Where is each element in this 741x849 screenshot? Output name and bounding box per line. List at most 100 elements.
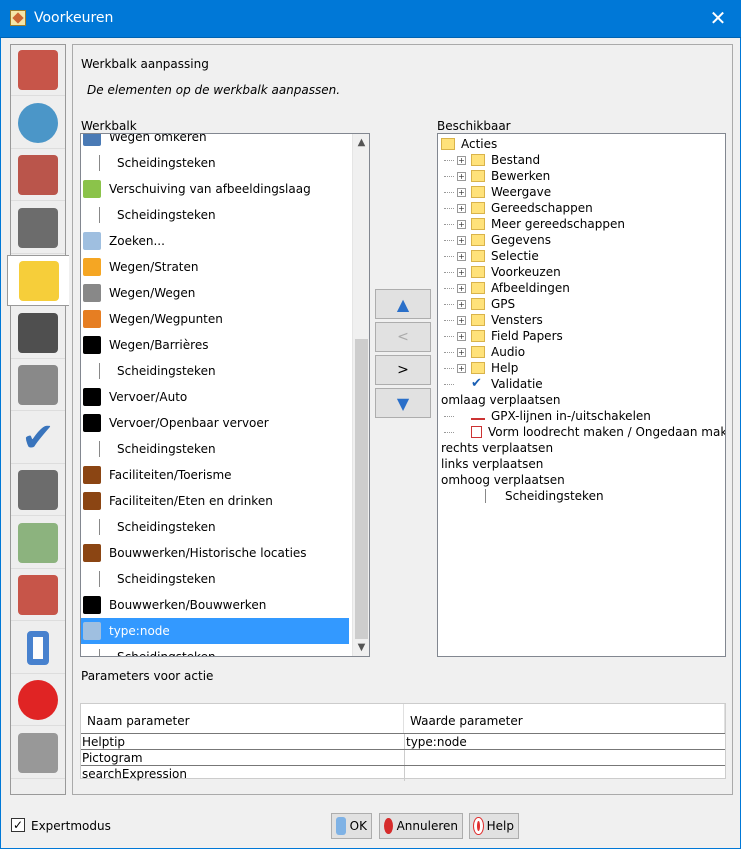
toolbar-item[interactable]: type:node — [81, 618, 349, 644]
col-header-value[interactable]: Waarde parameter — [404, 704, 725, 733]
tree-folder-item[interactable]: + Selectie — [457, 248, 539, 264]
tree-folder-item[interactable]: + Audio — [457, 344, 525, 360]
tree-folder-item[interactable]: + Bewerken — [457, 168, 550, 184]
toolbar-item[interactable]: Vervoer/Openbaar vervoer — [81, 410, 349, 436]
toolbar-item[interactable]: Bouwwerken/Historische locaties — [81, 540, 349, 566]
expand-icon[interactable]: + — [457, 347, 466, 357]
toolbar-separator-item[interactable]: Scheidingsteken — [81, 150, 349, 176]
toolbar-item[interactable]: Zoeken... — [81, 228, 349, 254]
toolbar-item[interactable]: Wegen/Wegpunten — [81, 306, 349, 332]
toolbar-separator-item[interactable]: Scheidingsteken — [81, 436, 349, 462]
toolbar-separator-item[interactable]: Scheidingsteken — [81, 358, 349, 384]
expand-icon[interactable]: + — [457, 267, 466, 277]
toolbar-item-label: Scheidingsteken — [117, 520, 216, 534]
toolbar-item[interactable]: Faciliteiten/Toerisme — [81, 462, 349, 488]
ok-button[interactable]: OK — [331, 813, 372, 839]
audio-tab[interactable] — [11, 308, 65, 359]
scroll-thumb[interactable] — [355, 339, 368, 639]
tree-folder-item[interactable]: + Voorkeuzen — [457, 264, 561, 280]
col-header-name[interactable]: Naam parameter — [81, 704, 404, 733]
toolbar-separator-item[interactable]: Scheidingsteken — [81, 644, 349, 656]
expand-icon[interactable]: + — [457, 187, 466, 197]
tree-folder-item[interactable]: + GPS — [457, 296, 515, 312]
tree-connector — [444, 256, 454, 257]
toolbar-separator-item[interactable]: Scheidingsteken — [81, 566, 349, 592]
imagery-icon — [18, 522, 58, 563]
move-left-button[interactable]: < — [375, 322, 431, 352]
toolbar-item[interactable]: Wegen/Barrières — [81, 332, 349, 358]
toolbar-tab[interactable] — [7, 255, 69, 306]
tree-action-item[interactable]: ✔ Validatie — [457, 376, 543, 392]
expand-icon[interactable]: + — [457, 171, 466, 181]
toolbar-list-scrollbar[interactable]: ▲ ▼ — [352, 134, 369, 656]
tree-action-item[interactable]: Vorm loodrecht maken / Ongedaan maken — [457, 424, 725, 440]
expand-icon[interactable]: + — [457, 219, 466, 229]
display-settings-tab[interactable] — [11, 45, 65, 96]
toolbar-item[interactable]: Vervoer/Auto — [81, 384, 349, 410]
map-document-tab[interactable] — [11, 728, 65, 779]
toolbar-item[interactable]: Bouwwerken/Bouwwerken — [81, 592, 349, 618]
cancel-button[interactable]: Annuleren — [379, 813, 463, 839]
tree-action-item[interactable]: omhoog verplaatsen — [441, 472, 565, 488]
toolbar-item[interactable]: Verschuiving van afbeeldingslaag — [81, 176, 349, 202]
orthogonal-icon — [471, 426, 482, 438]
tree-folder-item[interactable]: + Gegevens — [457, 232, 551, 248]
help-button[interactable]: Help — [469, 813, 519, 839]
expand-icon[interactable]: + — [457, 155, 466, 165]
scroll-down-icon[interactable]: ▼ — [353, 639, 369, 656]
scroll-up-icon[interactable]: ▲ — [353, 134, 369, 151]
move-right-button[interactable]: > — [375, 355, 431, 385]
param-row[interactable]: Helptip type:node — [81, 733, 725, 749]
toolbar-item[interactable]: Wegen omkeren — [81, 134, 349, 150]
tree-folder-item[interactable]: + Help — [457, 360, 518, 376]
move-down-button[interactable]: ▼ — [375, 388, 431, 418]
param-value[interactable]: type:node — [406, 735, 467, 749]
imagery-tab[interactable] — [11, 518, 65, 569]
available-actions-tree[interactable]: Acties + Bestand + Bewerken + Weergave + Gereeds… — [437, 133, 726, 657]
expand-icon[interactable]: + — [457, 299, 466, 309]
plugins-tab[interactable] — [11, 570, 65, 621]
map-settings-tab[interactable] — [11, 98, 65, 149]
expand-icon[interactable]: + — [457, 331, 466, 341]
restriction-tab[interactable] — [11, 675, 65, 726]
param-name: searchExpression — [82, 767, 187, 781]
params-table[interactable]: Naam parameter Waarde parameter Helptip t… — [80, 703, 726, 781]
keyboard-tab[interactable] — [11, 360, 65, 411]
tree-folder-item[interactable]: + Gereedschappen — [457, 200, 593, 216]
tree-folder-item[interactable]: + Weergave — [457, 184, 551, 200]
tree-action-item[interactable]: GPX-lijnen in-/uitschakelen — [457, 408, 651, 424]
tree-folder-item[interactable]: + Field Papers — [457, 328, 563, 344]
toolbar-list[interactable]: ▲ ▼ Wegen omkeren Scheidingsteken Verschui… — [80, 133, 370, 657]
tree-folder-item[interactable]: Acties — [441, 136, 497, 152]
tree-action-item[interactable]: rechts verplaatsen — [441, 440, 553, 456]
tree-folder-item[interactable]: + Vensters — [457, 312, 543, 328]
tree-item-label: Field Papers — [491, 329, 563, 343]
tree-action-item[interactable]: links verplaatsen — [441, 456, 543, 472]
expand-icon[interactable]: + — [457, 235, 466, 245]
projection-tab[interactable] — [11, 150, 65, 201]
param-row[interactable]: Pictogram — [81, 749, 725, 765]
toolbar-item[interactable]: Wegen/Wegen — [81, 280, 349, 306]
remote-control-tab[interactable] — [11, 465, 65, 516]
move-up-button[interactable]: ▲ — [375, 289, 431, 319]
tree-action-item[interactable]: Scheidingsteken — [473, 488, 604, 504]
expand-icon[interactable]: + — [457, 203, 466, 213]
expand-icon[interactable]: + — [457, 315, 466, 325]
tree-folder-item[interactable]: + Bestand — [457, 152, 540, 168]
expand-icon[interactable]: + — [457, 251, 466, 261]
tree-action-item[interactable]: omlaag verplaatsen — [441, 392, 561, 408]
toolbar-separator-item[interactable]: Scheidingsteken — [81, 202, 349, 228]
tree-folder-item[interactable]: + Afbeeldingen — [457, 280, 570, 296]
toolbar-separator-item[interactable]: Scheidingsteken — [81, 514, 349, 540]
expand-icon[interactable]: + — [457, 363, 466, 373]
tree-folder-item[interactable]: + Meer gereedschappen — [457, 216, 625, 232]
close-icon[interactable]: ✕ — [695, 0, 741, 38]
param-row[interactable]: searchExpression — [81, 765, 725, 781]
toolbar-item[interactable]: Wegen/Straten — [81, 254, 349, 280]
toolbar-item[interactable]: Faciliteiten/Eten en drinken — [81, 488, 349, 514]
validator-tab[interactable]: ✔ — [11, 413, 65, 464]
expert-mode-checkbox[interactable]: ✓ — [11, 818, 25, 832]
expand-icon[interactable]: + — [457, 283, 466, 293]
map-paint-tab[interactable] — [11, 623, 65, 674]
connection-tab[interactable] — [11, 203, 65, 254]
